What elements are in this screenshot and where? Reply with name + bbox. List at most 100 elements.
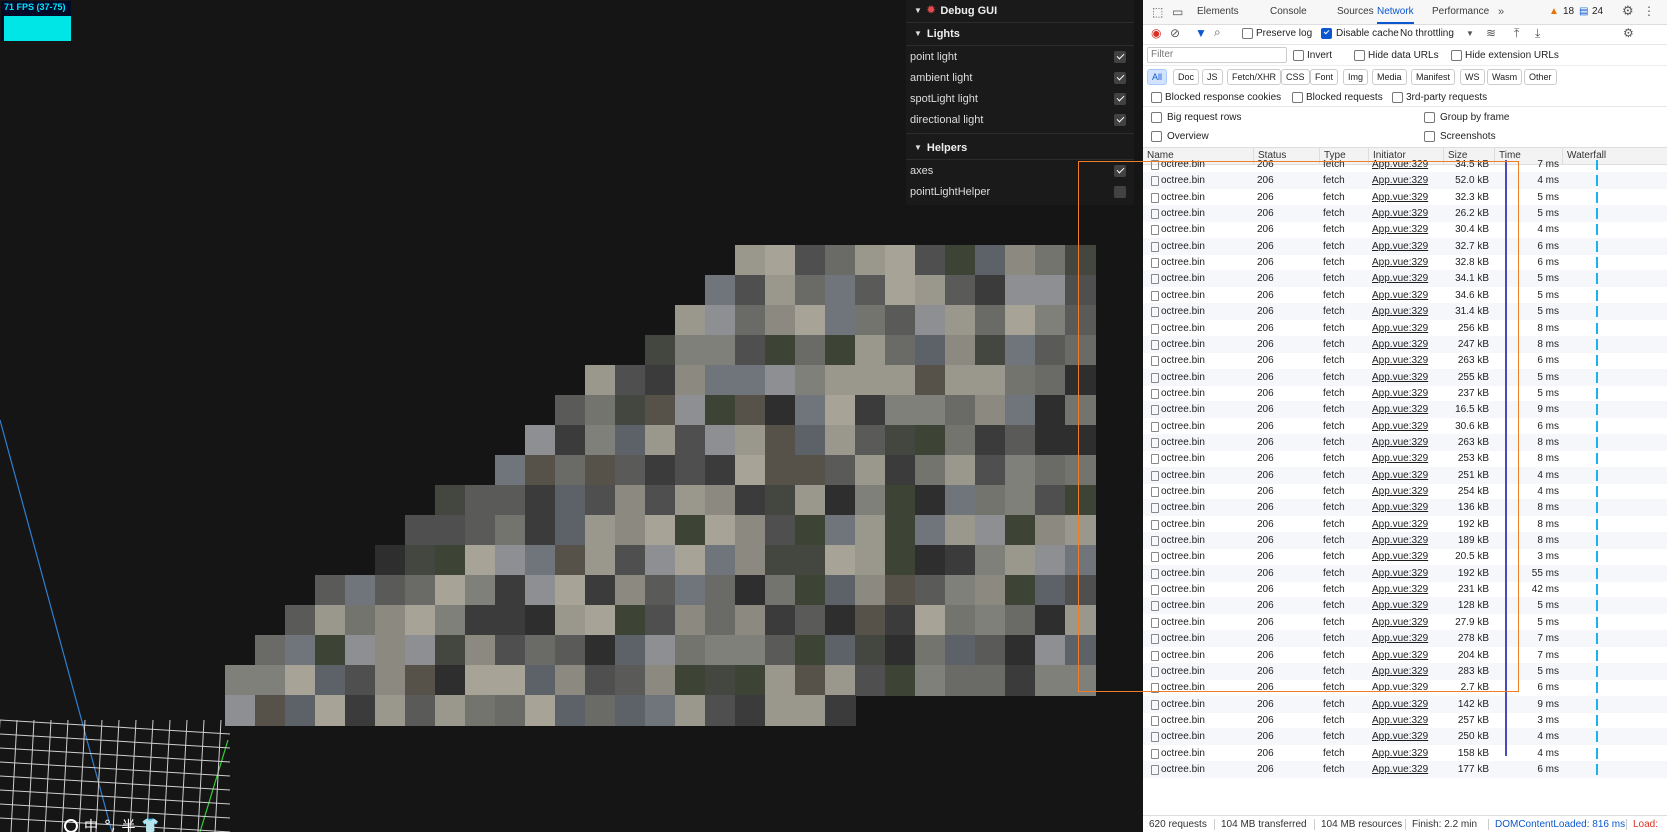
overview-checkbox[interactable] [1151,131,1162,142]
filter-icon[interactable]: ▼ [1195,26,1207,40]
disable-cache-checkbox[interactable] [1321,28,1332,39]
request-initiator[interactable]: App.vue:329 [1372,728,1428,745]
request-name[interactable]: octree.bin [1161,221,1205,238]
request-initiator[interactable]: App.vue:329 [1372,172,1428,189]
folder-helpers[interactable]: ▼ Helpers [906,137,1134,160]
request-row[interactable]: octree.bin 206 fetch App.vue:329 34.6 kB 5 ms [1143,287,1667,304]
request-row[interactable]: octree.bin 206 fetch App.vue:329 158 kB 4 ms [1143,745,1667,762]
request-row[interactable]: octree.bin 206 fetch App.vue:329 192 kB 55 ms [1143,564,1667,582]
request-name[interactable]: octree.bin [1161,172,1205,189]
request-initiator[interactable]: App.vue:329 [1372,565,1428,582]
request-name[interactable]: octree.bin [1161,745,1205,762]
request-row[interactable]: octree.bin 206 fetch App.vue:329 247 kB 8 ms [1143,335,1667,353]
request-initiator[interactable]: App.vue:329 [1372,597,1428,614]
message-icon[interactable]: ▤ [1579,5,1588,19]
search-icon[interactable]: ⌕ [1214,25,1221,39]
request-name[interactable]: octree.bin [1161,270,1205,287]
record-stop-icon[interactable]: ◉ [1151,26,1161,40]
request-name[interactable]: octree.bin [1161,336,1205,353]
export-har-icon[interactable]: ⤓ [1535,26,1540,40]
invert-checkbox[interactable] [1293,50,1304,61]
request-initiator[interactable]: App.vue:329 [1372,287,1428,304]
request-initiator[interactable]: App.vue:329 [1372,647,1428,664]
request-name[interactable]: octree.bin [1161,450,1205,467]
gui-checkbox[interactable] [1114,164,1126,177]
request-initiator[interactable]: App.vue:329 [1372,450,1428,467]
ime-mode-chinese[interactable]: 中 [84,816,98,832]
request-row[interactable]: octree.bin 206 fetch App.vue:329 257 kB 3 ms [1143,712,1667,729]
request-initiator[interactable]: App.vue:329 [1372,581,1428,598]
request-name[interactable]: octree.bin [1161,761,1205,778]
debug-gui-title[interactable]: ▼ ✹ Debug GUI [906,0,1134,23]
request-name[interactable]: octree.bin [1161,418,1205,435]
gui-row-pointlighthelper[interactable]: pointLightHelper [906,181,1134,202]
request-row[interactable]: octree.bin 206 fetch App.vue:329 189 kB 8 ms [1143,532,1667,550]
request-initiator[interactable]: App.vue:329 [1372,352,1428,369]
request-initiator[interactable]: App.vue:329 [1372,761,1428,778]
gui-row-spotlight-light[interactable]: spotLight light [906,88,1134,109]
request-name[interactable]: octree.bin [1161,160,1205,173]
gui-checkbox[interactable] [1114,92,1126,105]
request-row[interactable]: octree.bin 206 fetch App.vue:329 128 kB 5 ms [1143,597,1667,615]
group-by-frame-checkbox[interactable] [1424,112,1435,123]
request-row[interactable]: octree.bin 206 fetch App.vue:329 192 kB 8 ms [1143,516,1667,533]
request-row[interactable]: octree.bin 206 fetch App.vue:329 231 kB 42 ms [1143,581,1667,598]
request-name[interactable]: octree.bin [1161,630,1205,647]
request-name[interactable]: octree.bin [1161,205,1205,222]
request-initiator[interactable]: App.vue:329 [1372,483,1428,500]
gui-checkbox[interactable] [1114,50,1126,63]
network-settings-icon[interactable]: ⚙ [1623,26,1634,40]
type-filter-js[interactable]: JS [1202,69,1223,85]
request-row[interactable]: octree.bin 206 fetch App.vue:329 32.8 kB 6 ms [1143,254,1667,271]
request-row[interactable]: octree.bin 206 fetch App.vue:329 255 kB 5 ms [1143,368,1667,386]
inspect-element-icon[interactable]: ⬚ [1152,5,1163,19]
request-row[interactable]: octree.bin 206 fetch App.vue:329 253 kB 8 ms [1143,450,1667,467]
hide-extension-urls-checkbox[interactable] [1451,50,1462,61]
request-initiator[interactable]: App.vue:329 [1372,745,1428,762]
warnings-count[interactable]: 18 [1563,6,1574,17]
request-name[interactable]: octree.bin [1161,352,1205,369]
screenshots-checkbox[interactable] [1424,131,1435,142]
type-filter-ws[interactable]: WS [1460,69,1485,85]
request-initiator[interactable]: App.vue:329 [1372,418,1428,435]
debug-gui-panel[interactable]: ▼ ✹ Debug GUI ▼ Lights point light ambien… [906,0,1134,205]
request-initiator[interactable]: App.vue:329 [1372,385,1428,402]
tab-sources[interactable]: Sources [1337,0,1374,24]
request-row[interactable]: octree.bin 206 fetch App.vue:329 136 kB 8 ms [1143,499,1667,517]
request-row[interactable]: octree.bin 206 fetch App.vue:329 30.6 kB 6 ms [1143,418,1667,435]
request-row[interactable]: octree.bin 206 fetch App.vue:329 34.5 kB 7 ms [1143,160,1667,173]
type-filter-manifest[interactable]: Manifest [1411,69,1456,85]
request-row[interactable]: octree.bin 206 fetch App.vue:329 278 kB 7 ms [1143,630,1667,648]
request-initiator[interactable]: App.vue:329 [1372,369,1428,386]
type-filter-other[interactable]: Other [1524,69,1557,85]
request-row[interactable]: octree.bin 206 fetch App.vue:329 283 kB 5 ms [1143,662,1667,680]
messages-count[interactable]: 24 [1592,6,1603,17]
ime-logo-icon[interactable] [64,819,78,832]
request-row[interactable]: octree.bin 206 fetch App.vue:329 30.4 kB 4 ms [1143,221,1667,238]
request-initiator[interactable]: App.vue:329 [1372,532,1428,549]
third-party-requests-checkbox[interactable] [1392,92,1403,103]
request-initiator[interactable]: App.vue:329 [1372,238,1428,255]
hide-data-urls-checkbox[interactable] [1354,50,1365,61]
request-row[interactable]: octree.bin 206 fetch App.vue:329 142 kB 9 ms [1143,695,1667,713]
request-name[interactable]: octree.bin [1161,696,1205,713]
request-name[interactable]: octree.bin [1161,189,1205,206]
request-initiator[interactable]: App.vue:329 [1372,434,1428,451]
type-filter-doc[interactable]: Doc [1173,69,1200,85]
throttling-select[interactable]: No throttling [1400,28,1454,39]
request-name[interactable]: octree.bin [1161,467,1205,484]
request-row[interactable]: octree.bin 206 fetch App.vue:329 263 kB 8 ms [1143,433,1667,451]
gui-row-ambient-light[interactable]: ambient light [906,67,1134,88]
request-name[interactable]: octree.bin [1161,728,1205,745]
chevron-down-icon[interactable]: ▼ [1466,27,1474,41]
type-filter-css[interactable]: CSS [1281,69,1310,85]
request-name[interactable]: octree.bin [1161,385,1205,402]
filter-input[interactable]: Filter [1147,47,1287,63]
gui-checkbox[interactable] [1114,71,1126,84]
blocked-response-cookies-checkbox[interactable] [1151,92,1162,103]
request-initiator[interactable]: App.vue:329 [1372,160,1428,173]
tab-elements[interactable]: Elements [1197,0,1239,24]
device-toolbar-icon[interactable]: ▭ [1172,5,1183,19]
request-name[interactable]: octree.bin [1161,647,1205,664]
gui-row-point-light[interactable]: point light [906,46,1134,67]
